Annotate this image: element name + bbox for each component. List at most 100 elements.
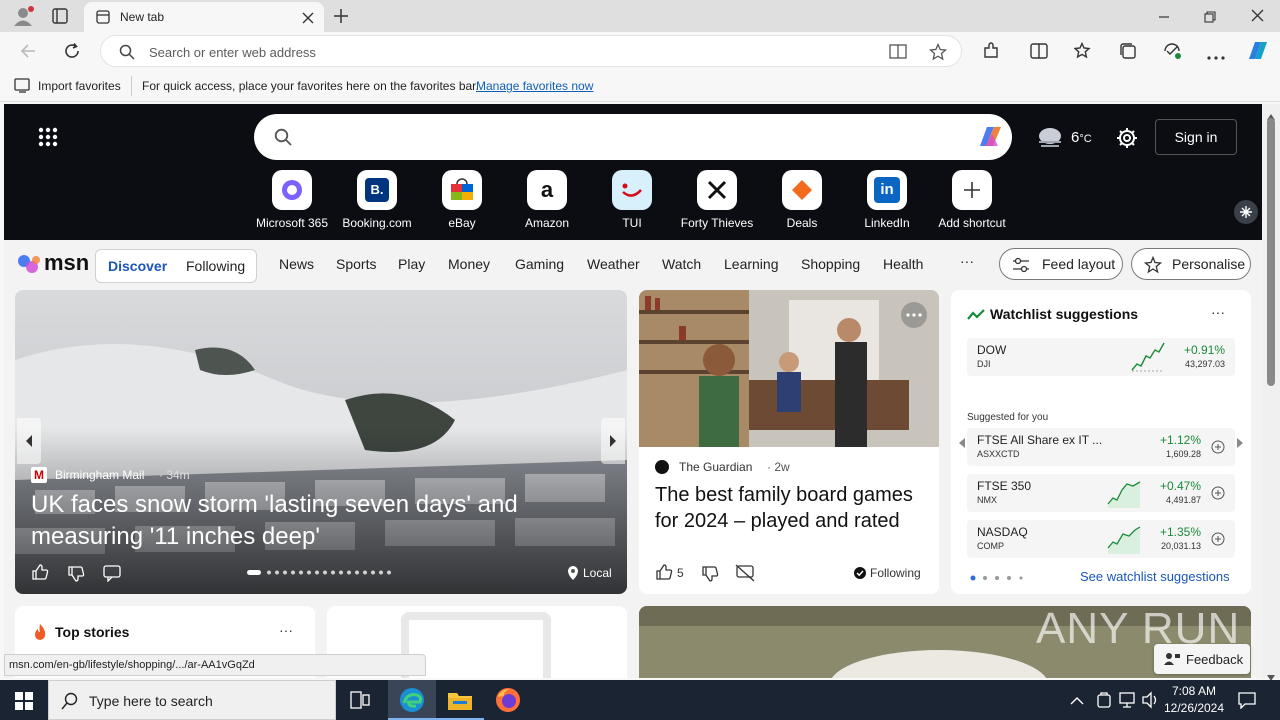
notifications-icon[interactable] xyxy=(1238,691,1256,714)
weather-temperature[interactable]: 6°C xyxy=(1071,129,1092,146)
add-to-watchlist-icon[interactable] xyxy=(1211,486,1225,505)
shortcut-ebay[interactable]: eBay xyxy=(420,170,504,230)
nav-watch[interactable]: Watch xyxy=(662,256,701,272)
nav-shopping[interactable]: Shopping xyxy=(801,256,860,272)
network-icon[interactable] xyxy=(1118,691,1136,714)
windows-start-icon[interactable] xyxy=(15,692,33,715)
restore-button[interactable] xyxy=(1204,10,1216,28)
feed-layout-button[interactable]: Feed layout xyxy=(999,248,1123,280)
refresh-icon[interactable] xyxy=(63,42,81,65)
carousel-page-dots[interactable] xyxy=(245,568,405,578)
suggestions-next-icon[interactable] xyxy=(1235,436,1245,454)
carousel-next-button[interactable] xyxy=(601,418,625,464)
collections-icon[interactable] xyxy=(1119,42,1137,65)
nav-more-button[interactable]: ··· xyxy=(960,253,974,269)
clock-date[interactable]: 12/26/2024 xyxy=(1162,701,1226,715)
add-to-watchlist-icon[interactable] xyxy=(1211,532,1225,551)
story-headline[interactable]: UK faces snow storm 'lasting seven days'… xyxy=(31,489,571,553)
watchlist-more-button[interactable]: ··· xyxy=(1211,304,1225,320)
show-hidden-icons[interactable] xyxy=(1070,693,1084,711)
volume-icon[interactable] xyxy=(1141,691,1159,714)
tab-discover[interactable]: Discover xyxy=(108,258,167,274)
address-bar[interactable]: Search or enter web address xyxy=(100,35,962,67)
file-explorer-taskbar-button[interactable] xyxy=(436,680,484,720)
scrollbar-thumb[interactable] xyxy=(1267,118,1275,386)
suggestions-prev-icon[interactable] xyxy=(957,436,967,454)
edge-taskbar-button[interactable] xyxy=(388,680,436,720)
settings-more-icon[interactable] xyxy=(1207,48,1225,66)
stock-row-dow[interactable]: DOW DJI +0.91% 43,297.03 xyxy=(967,338,1235,376)
favorite-star-icon[interactable] xyxy=(928,42,948,66)
page-scrollbar[interactable] xyxy=(1262,104,1280,681)
clock-time[interactable]: 7:08 AM xyxy=(1166,684,1222,698)
stock-row-ftse-350[interactable]: FTSE 350 NMX +0.47% 4,491.87 xyxy=(967,474,1235,512)
stock-row-nasdaq[interactable]: NASDAQ COMP +1.35% 20,031.13 xyxy=(967,520,1235,558)
like-icon[interactable] xyxy=(31,563,49,586)
tab-following[interactable]: Following xyxy=(186,258,245,274)
see-watchlist-link[interactable]: See watchlist suggestions xyxy=(1080,569,1230,584)
profile-icon[interactable] xyxy=(12,5,34,32)
shortcut-tui[interactable]: TUI xyxy=(590,170,674,230)
personalise-button[interactable]: Personalise xyxy=(1131,248,1251,280)
minimize-button[interactable] xyxy=(1158,10,1170,28)
close-window-button[interactable] xyxy=(1251,9,1264,27)
settings-gear-icon[interactable] xyxy=(1116,127,1138,154)
comments-off-icon[interactable] xyxy=(735,564,755,587)
card-more-button[interactable] xyxy=(901,302,927,328)
carousel-prev-button[interactable] xyxy=(17,418,41,464)
new-tab-button[interactable] xyxy=(333,8,349,29)
like-icon[interactable] xyxy=(655,563,673,586)
sign-in-button[interactable]: Sign in xyxy=(1155,119,1237,155)
firefox-taskbar-button[interactable] xyxy=(484,680,532,720)
dislike-icon[interactable] xyxy=(67,565,85,588)
feedback-button[interactable]: Feedback xyxy=(1154,644,1250,674)
nav-health[interactable]: Health xyxy=(883,256,923,272)
shortcut-booking[interactable]: B. Booking.com xyxy=(335,170,419,230)
nav-learning[interactable]: Learning xyxy=(724,256,779,272)
back-icon[interactable] xyxy=(20,43,36,64)
local-label[interactable]: Local xyxy=(583,566,612,580)
comment-icon[interactable] xyxy=(103,564,121,587)
story-headline[interactable]: The best family board games for 2024 – p… xyxy=(655,482,927,534)
favorites-icon[interactable] xyxy=(1073,41,1092,65)
immersive-reader-icon[interactable] xyxy=(889,43,907,66)
shortcut-microsoft365[interactable]: Microsoft 365 xyxy=(250,170,334,230)
guardian-story-card[interactable]: The Guardian · 2w The best family board … xyxy=(639,290,939,594)
split-screen-icon[interactable] xyxy=(1030,42,1048,65)
extensions-icon[interactable] xyxy=(982,42,1000,65)
import-favorites-button[interactable]: Import favorites xyxy=(38,79,121,93)
shortcut-amazon[interactable]: a Amazon xyxy=(505,170,589,230)
manage-favorites-link[interactable]: Manage favorites now xyxy=(476,79,593,93)
nav-weather[interactable]: Weather xyxy=(587,256,640,272)
security-icon[interactable] xyxy=(1096,691,1112,714)
shortcut-forty-thieves[interactable]: Forty Thieves xyxy=(675,170,759,230)
following-label[interactable]: Following xyxy=(870,566,921,580)
apps-grid-icon[interactable] xyxy=(38,127,58,152)
nav-news[interactable]: News xyxy=(279,256,314,272)
weather-cloud-icon[interactable] xyxy=(1036,124,1066,153)
browser-essentials-icon[interactable] xyxy=(1163,42,1183,65)
stock-row-ftse-all-share[interactable]: FTSE All Share ex IT ... ASXXCTD +1.12% … xyxy=(967,428,1235,466)
msn-logo[interactable] xyxy=(16,252,46,281)
add-to-watchlist-icon[interactable] xyxy=(1211,440,1225,459)
dislike-icon[interactable] xyxy=(701,565,719,588)
copilot-icon[interactable] xyxy=(1245,39,1271,68)
watchlist-page-dots[interactable] xyxy=(969,574,1029,582)
nav-play[interactable]: Play xyxy=(398,256,425,272)
tab-actions-icon[interactable] xyxy=(52,8,68,29)
background-settings-icon[interactable] xyxy=(1234,200,1258,224)
nav-sports[interactable]: Sports xyxy=(336,256,376,272)
copilot-icon[interactable] xyxy=(974,122,1006,157)
top-stories-more-button[interactable]: ··· xyxy=(279,622,293,638)
close-tab-icon[interactable] xyxy=(302,11,314,29)
nav-gaming[interactable]: Gaming xyxy=(515,256,564,272)
shortcut-add[interactable]: Add shortcut xyxy=(930,170,1014,230)
shortcut-linkedin[interactable]: in LinkedIn xyxy=(845,170,929,230)
web-search-box[interactable] xyxy=(254,114,1012,160)
shortcut-deals[interactable]: Deals xyxy=(760,170,844,230)
nav-money[interactable]: Money xyxy=(448,256,490,272)
task-view-icon[interactable] xyxy=(350,691,370,714)
hero-story-card[interactable]: M Birmingham Mail · 34m UK faces snow st… xyxy=(15,290,627,594)
taskbar-search-box[interactable]: Type here to search xyxy=(48,680,336,720)
tab-new-tab[interactable]: New tab xyxy=(84,2,324,32)
